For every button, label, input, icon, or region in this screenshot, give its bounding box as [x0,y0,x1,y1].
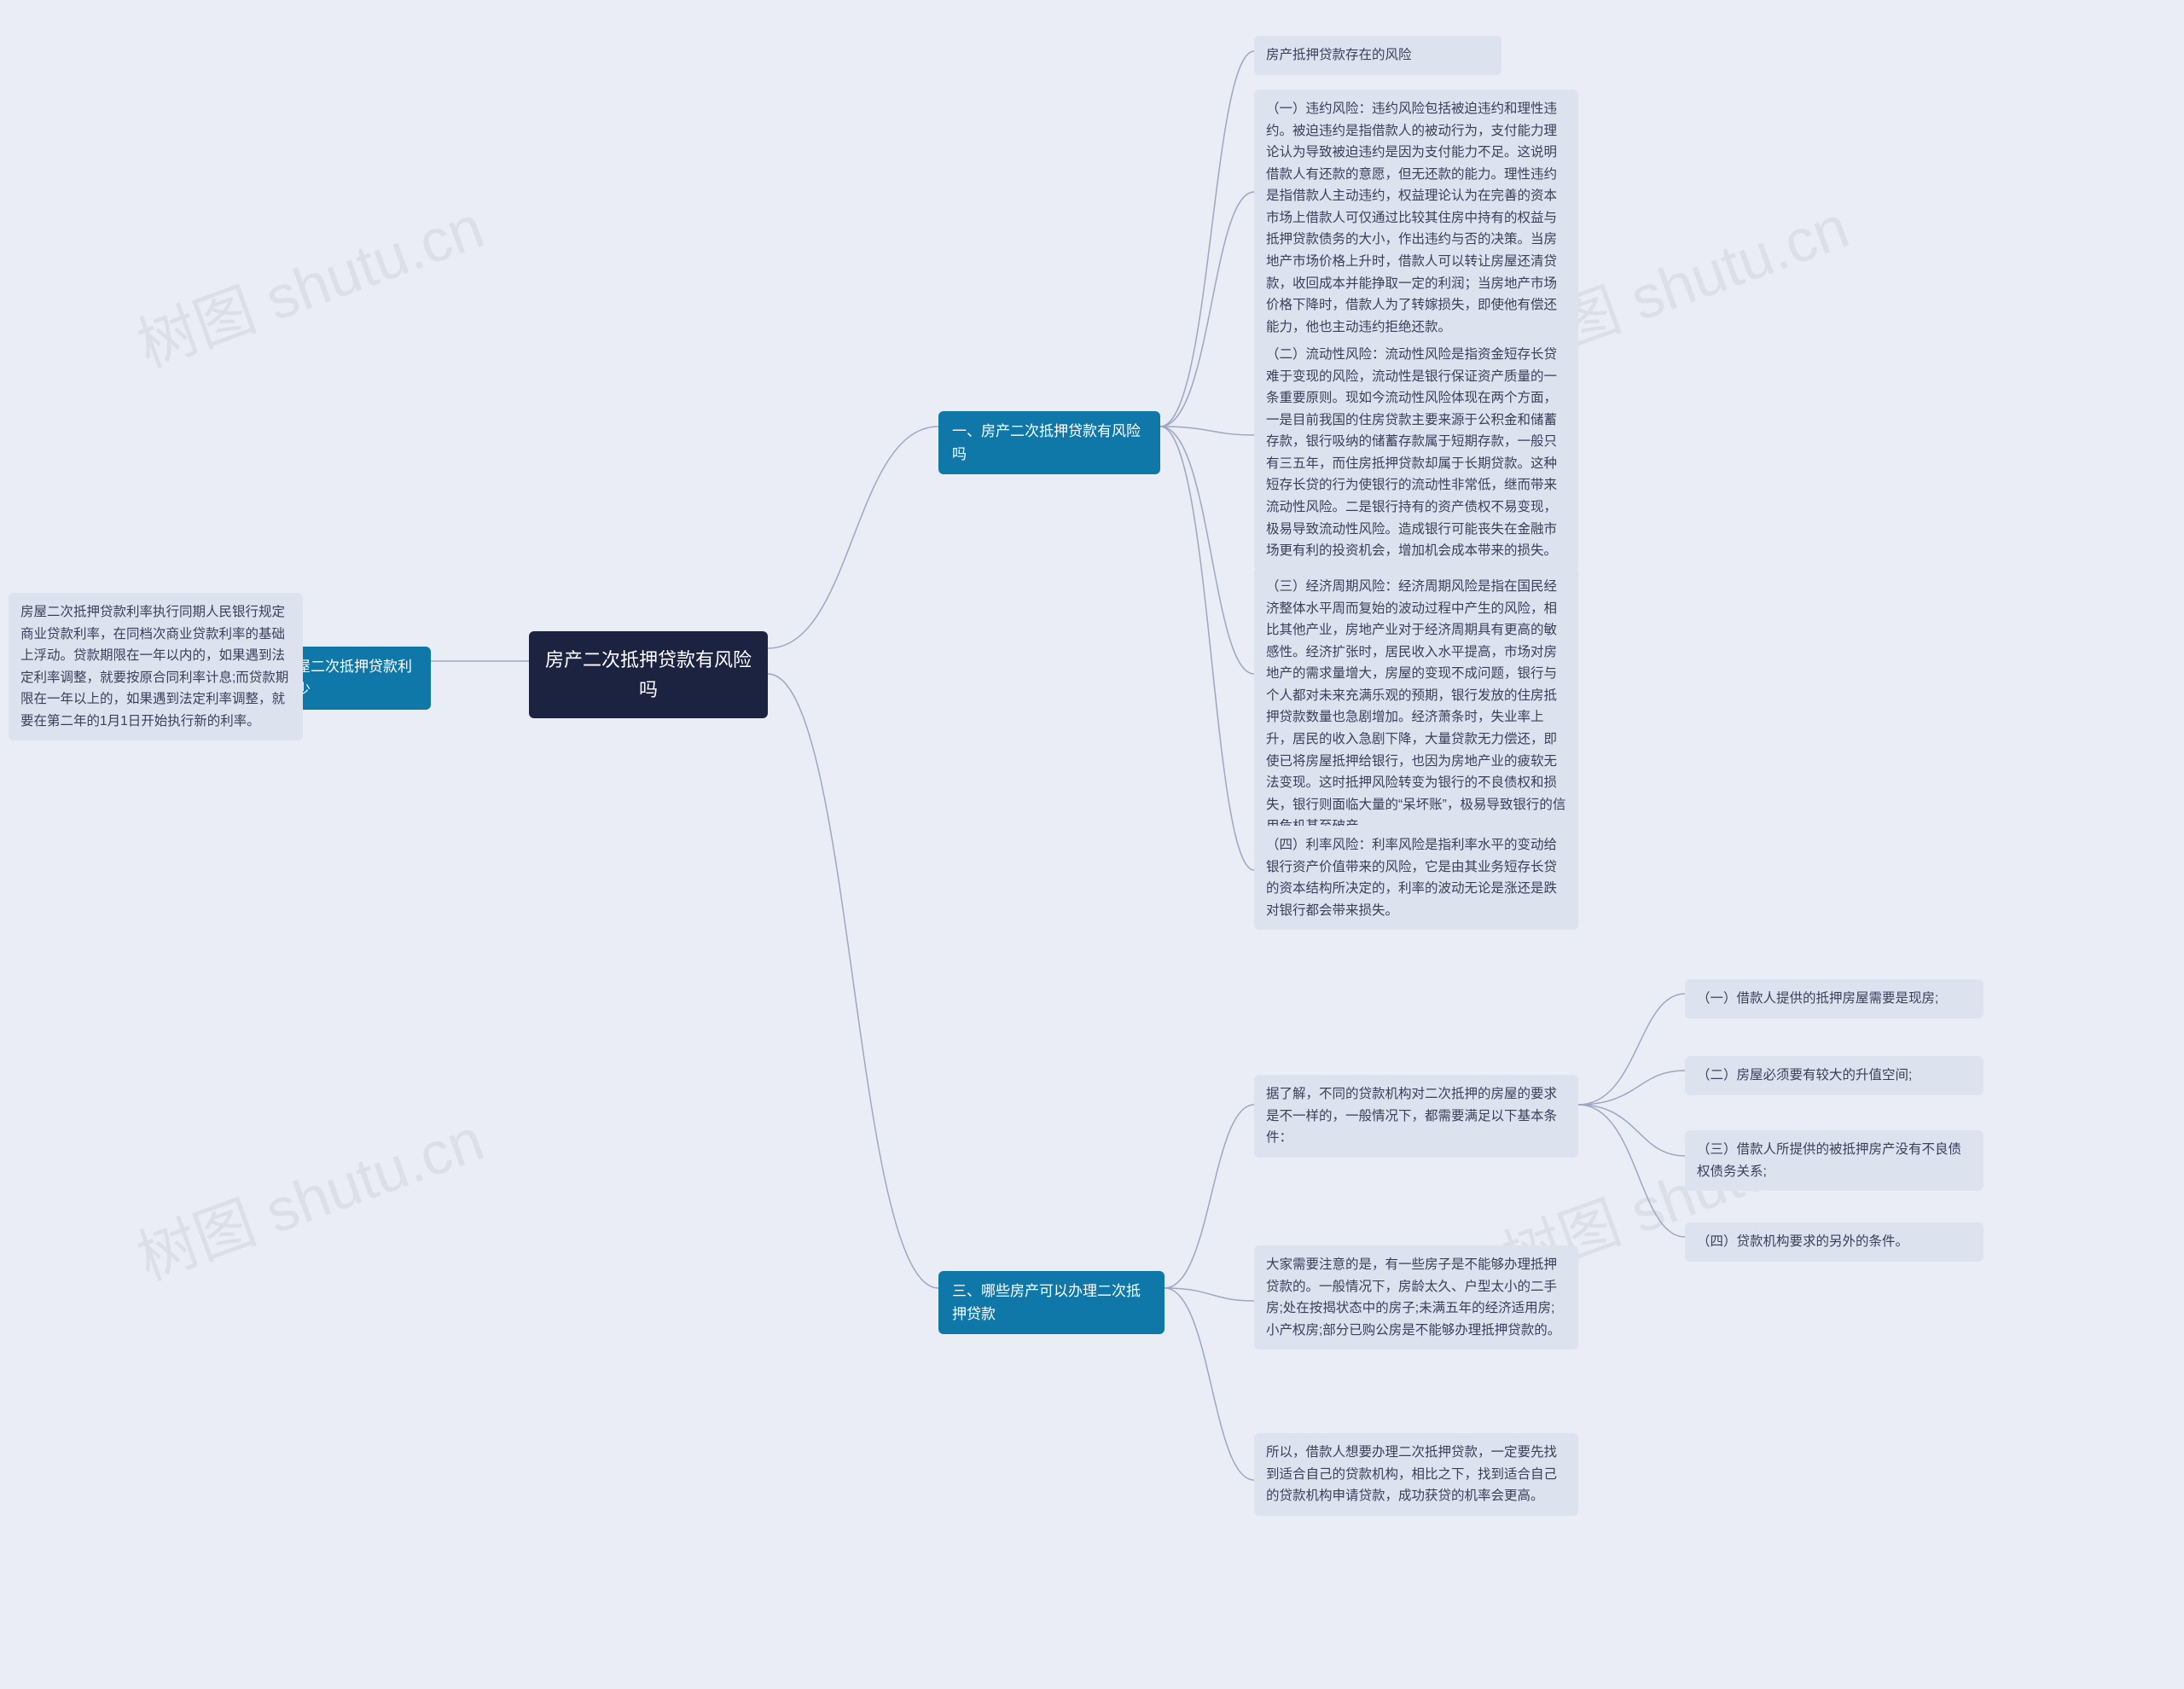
leaf-b3-1[interactable]: 据了解，不同的贷款机构对二次抵押的房屋的要求是不一样的，一般情况下，都需要满足以… [1254,1075,1578,1158]
leaf-b3-1-2[interactable]: （二）房屋必须要有较大的升值空间; [1685,1056,1984,1095]
leaf-b3-3[interactable]: 所以，借款人想要办理二次抵押贷款，一定要先找到适合自己的贷款机构，相比之下，找到… [1254,1433,1578,1516]
watermark: 树图 shutu.cn [125,180,494,385]
leaf-b1-3[interactable]: （三）经济周期风险：经济周期风险是指在国民经济整体水平周而复始的波动过程中产生的… [1254,567,1578,846]
leaf-b2-1[interactable]: 房屋二次抵押贷款利率执行同期人民银行规定商业贷款利率，在同档次商业贷款利率的基础… [9,593,303,740]
leaf-b1-0[interactable]: 房产抵押贷款存在的风险 [1254,36,1502,75]
root-node[interactable]: 房产二次抵押贷款有风险吗 [529,631,768,718]
watermark: 树图 shutu.cn [125,1093,494,1297]
branch-3[interactable]: 三、哪些房产可以办理二次抵押贷款 [938,1271,1165,1334]
leaf-b1-4[interactable]: （四）利率风险：利率风险是指利率水平的变动给银行资产价值带来的风险，它是由其业务… [1254,826,1578,930]
leaf-b3-2[interactable]: 大家需要注意的是，有一些房子是不能够办理抵押贷款的。一般情况下，房龄太久、户型太… [1254,1245,1578,1349]
leaf-b3-1-3[interactable]: （三）借款人所提供的被抵押房产没有不良债权债务关系; [1685,1130,1984,1191]
leaf-b3-1-1[interactable]: （一）借款人提供的抵押房屋需要是现房; [1685,979,1984,1019]
leaf-b3-1-4[interactable]: （四）贷款机构要求的另外的条件。 [1685,1222,1984,1262]
leaf-b1-2[interactable]: （二）流动性风险：流动性风险是指资金短存长贷难于变现的风险，流动性是银行保证资产… [1254,335,1578,571]
leaf-b1-1[interactable]: （一）违约风险：违约风险包括被迫违约和理性违约。被迫违约是指借款人的被动行为，支… [1254,90,1578,346]
branch-1[interactable]: 一、房产二次抵押贷款有风险吗 [938,411,1160,474]
connector-lines [0,0,2184,1689]
